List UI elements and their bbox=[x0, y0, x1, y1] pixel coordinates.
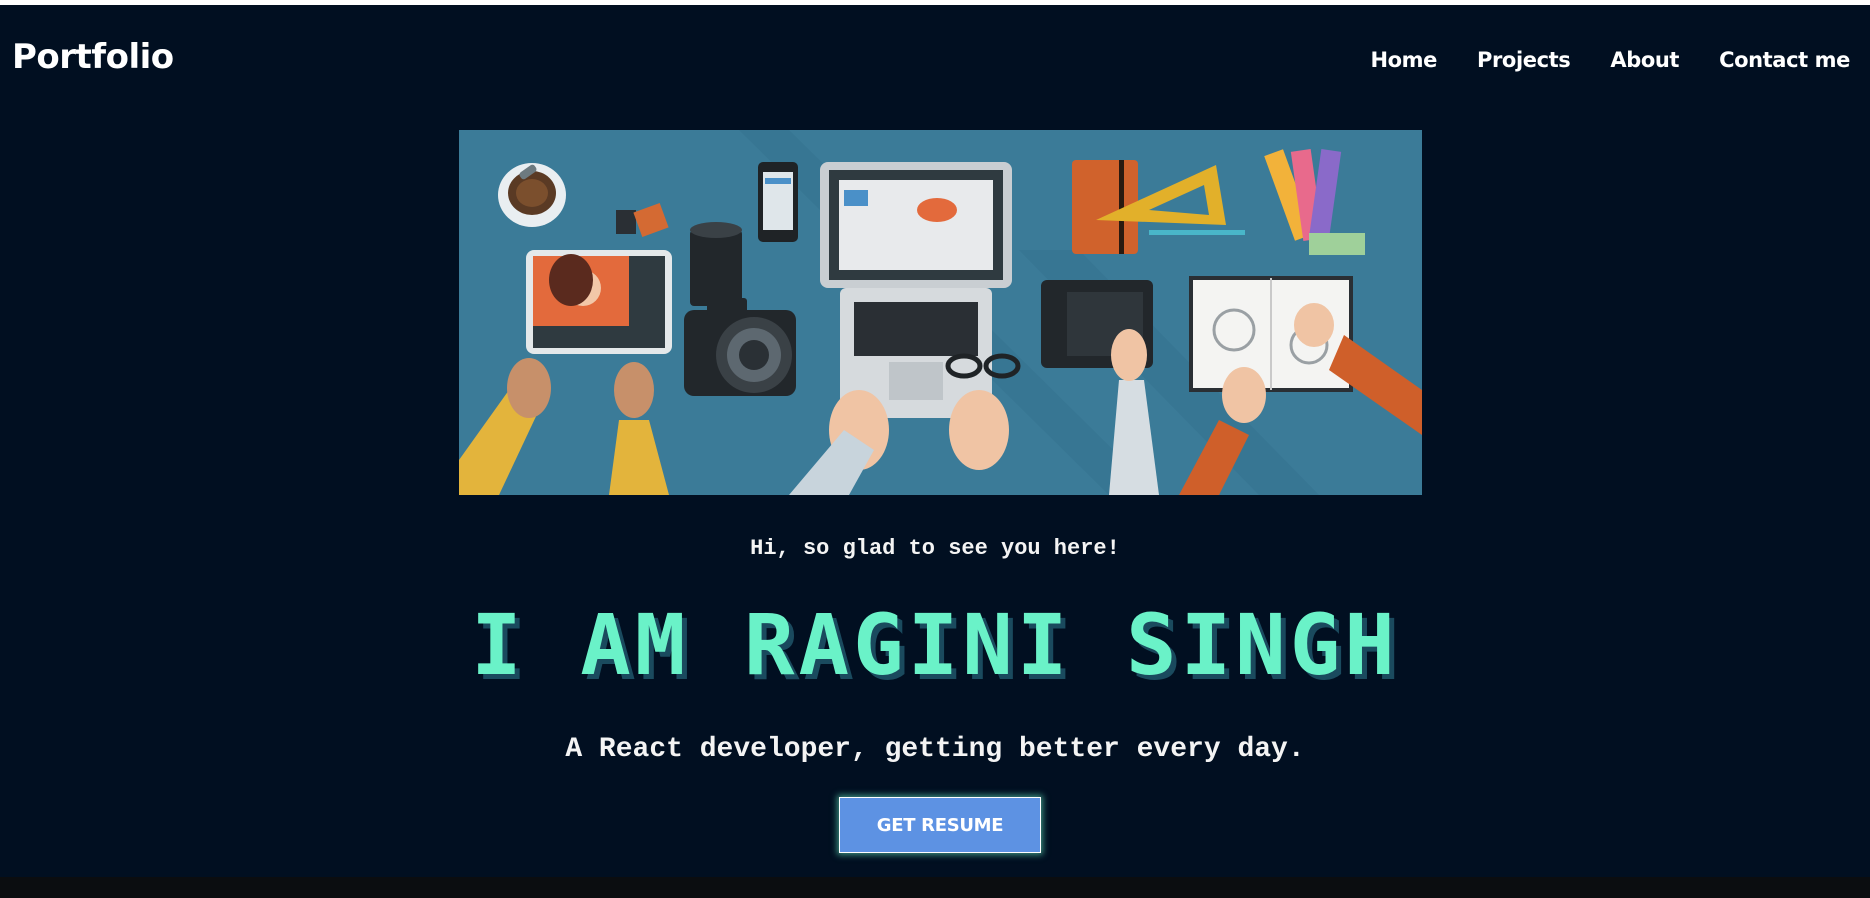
page-background: Portfolio Home Projects About Contact me bbox=[0, 5, 1870, 877]
brand-logo[interactable]: Portfolio bbox=[12, 40, 174, 74]
hero-illustration bbox=[459, 130, 1422, 495]
hero-subtitle: A React developer, getting better every … bbox=[565, 734, 1305, 765]
get-resume-button[interactable]: GET RESUME bbox=[839, 797, 1041, 853]
nav-link-about[interactable]: About bbox=[1610, 50, 1679, 71]
nav-link-contact[interactable]: Contact me bbox=[1719, 50, 1850, 71]
bottom-strip bbox=[0, 877, 1870, 898]
nav-link-home[interactable]: Home bbox=[1370, 50, 1437, 71]
greeting-text: Hi, so glad to see you here! bbox=[750, 536, 1120, 561]
nav-link-projects[interactable]: Projects bbox=[1477, 50, 1571, 71]
main-nav: Home Projects About Contact me bbox=[1330, 50, 1850, 71]
hero-headline: I AM RAGINI SINGH bbox=[471, 596, 1399, 694]
